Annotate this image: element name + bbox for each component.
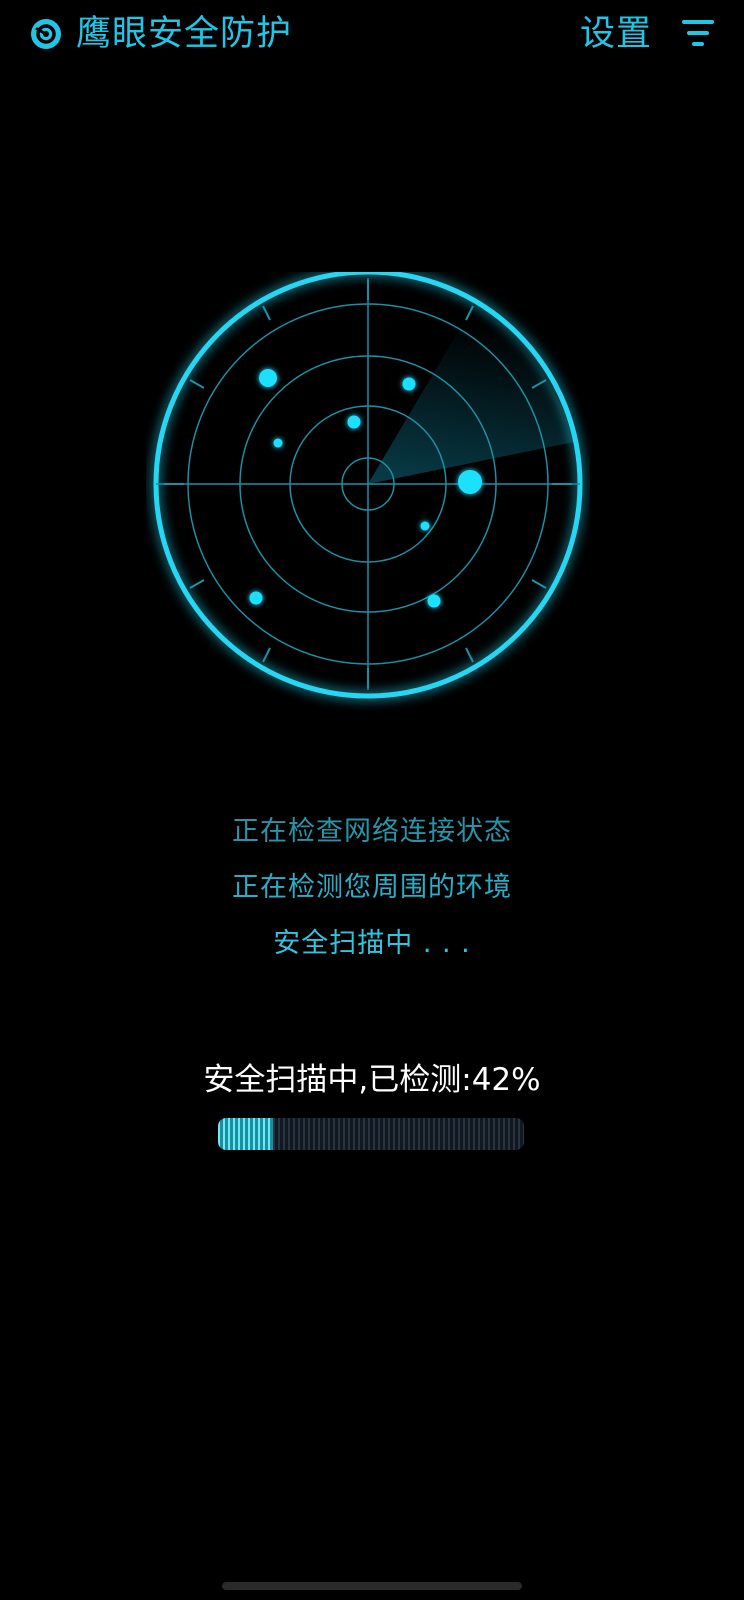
status-network-check: 正在检查网络连接状态 bbox=[232, 816, 512, 847]
radar-blip bbox=[420, 521, 430, 531]
radar-blip bbox=[402, 377, 416, 391]
menu-icon[interactable] bbox=[682, 18, 714, 48]
radar-scanner bbox=[153, 272, 583, 699]
app-logo-icon bbox=[31, 19, 61, 49]
app-title: 鹰眼安全防护 bbox=[76, 14, 293, 54]
radar-blip bbox=[347, 415, 361, 429]
radar-blip bbox=[458, 470, 482, 494]
settings-button[interactable]: 设置 bbox=[580, 12, 652, 56]
radar-blip bbox=[249, 591, 263, 605]
scan-progress-bar bbox=[218, 1118, 524, 1150]
status-environment-check: 正在检测您周围的环境 bbox=[232, 872, 512, 903]
scan-progress-label: 安全扫描中,已检测:42% bbox=[203, 1062, 541, 1098]
radar-blip bbox=[259, 369, 277, 387]
radar-blip bbox=[427, 594, 441, 608]
home-indicator[interactable] bbox=[222, 1582, 522, 1590]
scan-progress-fill bbox=[218, 1118, 273, 1150]
radar-blip bbox=[273, 438, 283, 448]
status-scanning: 安全扫描中 . . . bbox=[273, 928, 471, 959]
